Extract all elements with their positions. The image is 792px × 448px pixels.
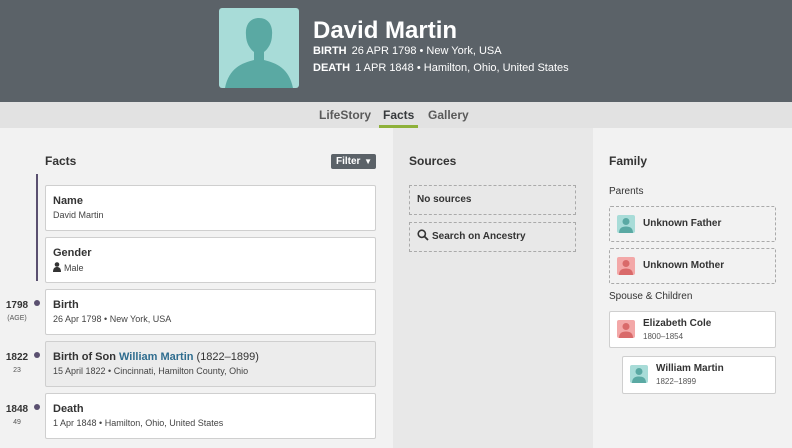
spouse-card[interactable]: Elizabeth Cole 1800–1854 [609, 311, 776, 348]
family-title: Family [609, 154, 648, 168]
female-avatar-icon [617, 320, 635, 338]
timeline-dot [34, 404, 40, 410]
fact-title: Birth of Son William Martin (1822–1899) [53, 351, 368, 363]
timeline-line [36, 174, 38, 281]
person-silhouette-icon [225, 18, 293, 88]
profile-tabs: LifeStory Facts Gallery [0, 102, 792, 128]
birth-label: BIRTH [313, 45, 347, 57]
fact-detail: 26 Apr 1798 • New York, USA [53, 314, 172, 324]
male-avatar-icon [617, 215, 635, 233]
child-card[interactable]: William Martin 1822–1899 [622, 356, 776, 394]
facts-column: Facts Filter ▼ Name David Martin Gender … [0, 128, 393, 448]
mother-name: Unknown Mother [643, 260, 725, 271]
tab-lifestory[interactable]: LifeStory [319, 102, 371, 128]
timeline-year: 1848 [5, 404, 29, 415]
family-column: Family Parents Unknown Father Unknown Mo… [593, 128, 792, 448]
female-avatar-icon [617, 257, 635, 275]
no-sources-box: No sources [409, 185, 576, 215]
son-name-link[interactable]: William Martin [119, 351, 193, 363]
timeline-age: (AGE) [7, 315, 27, 322]
mother-card[interactable]: Unknown Mother [609, 248, 776, 284]
fact-detail: 1 Apr 1848 • Hamilton, Ohio, United Stat… [53, 418, 224, 428]
child-years: 1822–1899 [656, 377, 697, 386]
birth-value: 26 APR 1798 • New York, USA [351, 45, 502, 57]
son-years: (1822–1899) [193, 351, 259, 363]
sources-title: Sources [409, 154, 457, 168]
filter-label: Filter [336, 156, 361, 167]
child-name: William Martin [656, 363, 724, 374]
death-value: 1 APR 1848 • Hamilton, Ohio, United Stat… [355, 62, 569, 74]
timeline-dot [34, 352, 40, 358]
spouse-children-label: Spouse & Children [609, 291, 693, 302]
filter-button[interactable]: Filter ▼ [331, 154, 376, 169]
timeline-year: 1798 [5, 300, 29, 311]
death-label: DEATH [313, 62, 351, 74]
father-card[interactable]: Unknown Father [609, 206, 776, 242]
search-icon [417, 229, 429, 241]
birth-summary: BIRTH 26 APR 1798 • New York, USA [313, 45, 502, 57]
fact-title: Name [53, 195, 83, 207]
fact-card-birth-of-son[interactable]: Birth of Son William Martin (1822–1899) … [45, 341, 376, 387]
profile-photo-placeholder[interactable] [219, 8, 299, 88]
fact-detail: David Martin [53, 210, 104, 220]
tab-gallery[interactable]: Gallery [428, 102, 469, 128]
fact-detail: 15 April 1822 • Cincinnati, Hamilton Cou… [53, 366, 249, 376]
search-ancestry-label: Search on Ancestry [432, 231, 526, 242]
fact-detail: Male [64, 263, 84, 273]
male-avatar-icon [630, 365, 648, 383]
search-ancestry-button[interactable]: Search on Ancestry [409, 222, 576, 252]
fact-title: Gender [53, 247, 92, 259]
father-name: Unknown Father [643, 218, 722, 229]
timeline-age: 49 [13, 419, 21, 426]
fact-card-death[interactable]: Death 1 Apr 1848 • Hamilton, Ohio, Unite… [45, 393, 376, 439]
facts-title: Facts [45, 154, 77, 168]
fact-card-name[interactable]: Name David Martin [45, 185, 376, 231]
death-summary: DEATH 1 APR 1848 • Hamilton, Ohio, United… [313, 62, 569, 74]
fact-detail-row: Male [53, 262, 368, 273]
male-person-icon [53, 262, 61, 272]
timeline-year: 1822 [5, 352, 29, 363]
fact-card-birth[interactable]: Birth 26 Apr 1798 • New York, USA [45, 289, 376, 335]
profile-header: David Martin BIRTH 26 APR 1798 • New York… [0, 0, 792, 102]
tab-facts[interactable]: Facts [379, 102, 419, 128]
fact-title: Death [53, 403, 84, 415]
sources-column: Sources No sources Search on Ancestry [393, 128, 593, 448]
chevron-down-icon: ▼ [364, 157, 372, 166]
fact-title-prefix: Birth of Son [53, 351, 119, 363]
fact-card-gender[interactable]: Gender Male [45, 237, 376, 283]
person-name: David Martin [313, 17, 458, 44]
parents-label: Parents [609, 186, 644, 197]
fact-title: Birth [53, 299, 79, 311]
timeline-dot [34, 300, 40, 306]
timeline-age: 23 [13, 367, 21, 374]
spouse-years: 1800–1854 [643, 332, 684, 341]
spouse-name: Elizabeth Cole [643, 318, 712, 329]
